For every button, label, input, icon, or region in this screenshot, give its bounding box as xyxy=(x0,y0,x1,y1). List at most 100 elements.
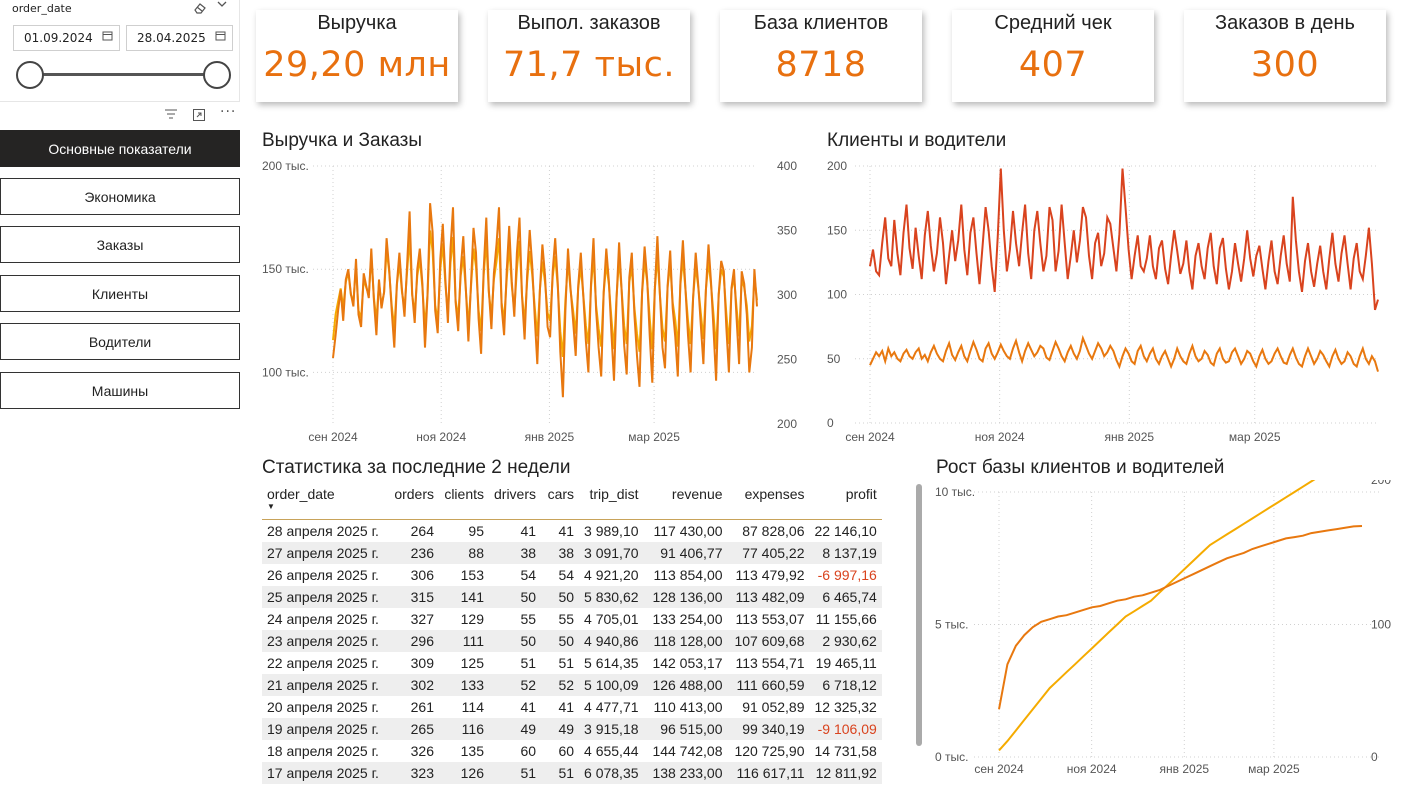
client-driver-growth-chart[interactable]: сен 2024 ноя 2024 янв 2025 мар 2025 10 тыс. 5… xyxy=(925,480,1405,780)
table-cell: 107 609,68 xyxy=(727,629,810,652)
y-right-tick-label: 300 xyxy=(777,288,797,302)
table-cell: 23 апреля 2025 г. xyxy=(262,629,384,652)
table-cell: 52 xyxy=(541,673,580,696)
table-cell: 116 617,11 xyxy=(727,761,810,784)
table-row[interactable]: 22 апреля 2025 г. 309 125 51 51 5 614,35 142 0… xyxy=(262,651,882,674)
table-cell: 60 xyxy=(541,739,580,762)
y-right-tick-label: 250 xyxy=(777,353,797,367)
table-cell: 41 xyxy=(489,695,542,718)
y-right-tick-label: 100 xyxy=(1371,618,1391,632)
table-scrollbar[interactable] xyxy=(916,484,922,746)
chevron-down-icon[interactable] xyxy=(216,0,228,13)
table-cell: 142 053,17 xyxy=(643,651,728,674)
table-cell: 129 xyxy=(439,607,489,630)
kpi-label: Выпол. заказов xyxy=(517,12,661,34)
table-cell: 51 xyxy=(541,651,580,674)
table-row[interactable]: 21 апреля 2025 г. 302 133 52 52 5 100,09 126 4… xyxy=(262,673,882,696)
table-row[interactable]: 24 апреля 2025 г. 327 129 55 55 4 705,01 133 2… xyxy=(262,607,882,630)
x-tick-label: ноя 2024 xyxy=(975,430,1025,444)
nav-button-economy[interactable]: Экономика xyxy=(0,178,240,215)
eraser-icon[interactable] xyxy=(193,1,207,18)
start-date-input[interactable]: 01.09.2024 xyxy=(13,25,120,51)
table-cell: 8 137,19 xyxy=(809,541,882,564)
nav-button-clients[interactable]: Клиенты xyxy=(0,275,240,312)
column-header-profit[interactable]: profit xyxy=(809,482,882,520)
table-cell: 118 128,00 xyxy=(643,629,728,652)
y-right-tick-label: 350 xyxy=(777,224,797,238)
column-header-orders[interactable]: orders xyxy=(384,482,439,520)
clients-drivers-chart[interactable]: сен 2024 ноя 2024 янв 2025 мар 2025 200 150 10… xyxy=(820,150,1390,450)
y-left-tick-label: 150 тыс. xyxy=(262,262,309,276)
column-header-clients[interactable]: clients xyxy=(439,482,489,520)
table-row[interactable]: 27 апреля 2025 г. 236 88 38 38 3 091,70 91 406… xyxy=(262,541,882,564)
table-row[interactable]: 23 апреля 2025 г. 296 111 50 50 4 940,86 118 1… xyxy=(262,629,882,652)
table-cell: 126 xyxy=(439,761,489,784)
table-cell: 326 xyxy=(384,739,439,762)
x-tick-label: янв 2025 xyxy=(1160,762,1210,776)
table-cell: 4 940,86 xyxy=(579,629,644,652)
nav-button-orders[interactable]: Заказы xyxy=(0,226,240,263)
table-cell: 87 828,06 xyxy=(727,519,810,542)
table-cell: 18 апреля 2025 г. xyxy=(262,739,384,762)
table-row[interactable]: 20 апреля 2025 г. 261 114 41 41 4 477,71 110 4… xyxy=(262,695,882,718)
end-date-input[interactable]: 28.04.2025 xyxy=(126,25,233,51)
slicer-title: order_date xyxy=(12,2,72,15)
table-cell: 11 155,66 xyxy=(809,607,882,630)
table-cell: 50 xyxy=(489,629,542,652)
date-range-track[interactable] xyxy=(30,73,218,76)
y-right-tick-label: 200 xyxy=(1371,480,1391,487)
y-tick-label: 50 xyxy=(827,352,841,366)
table-row[interactable]: 19 апреля 2025 г. 265 116 49 49 3 915,18 96 51… xyxy=(262,717,882,740)
x-tick-label: ноя 2024 xyxy=(1067,762,1117,776)
table-cell: 22 146,10 xyxy=(809,519,882,542)
table-cell: 99 340,19 xyxy=(727,717,810,740)
table-cell: 49 xyxy=(541,717,580,740)
table-row[interactable]: 28 апреля 2025 г. 264 95 41 41 3 989,10 117 43… xyxy=(262,519,882,542)
nav-button-cars[interactable]: Машины xyxy=(0,372,240,409)
x-tick-label: сен 2024 xyxy=(845,430,895,444)
y-left-tick-label: 10 тыс. xyxy=(935,485,975,499)
column-header-trip-dist[interactable]: trip_dist xyxy=(579,482,644,520)
table-cell: 135 xyxy=(439,739,489,762)
table-row[interactable]: 18 апреля 2025 г. 326 135 60 60 4 655,44 144 7… xyxy=(262,739,882,762)
table-cell: 144 742,08 xyxy=(643,739,728,762)
table-row[interactable]: 25 апреля 2025 г. 315 141 50 50 5 830,62 128 1… xyxy=(262,585,882,608)
column-header-cars[interactable]: cars xyxy=(541,482,580,520)
more-options-icon[interactable]: ··· xyxy=(220,104,236,120)
table-cell: 17 апреля 2025 г. xyxy=(262,761,384,784)
table-cell: 6 718,12 xyxy=(809,673,882,696)
column-header-revenue[interactable]: revenue xyxy=(643,482,728,520)
column-header-order-date[interactable]: order_date ▼ xyxy=(262,482,384,520)
kpi-card-revenue: Выручка 29,20 млн xyxy=(256,10,458,102)
slider-start-handle[interactable] xyxy=(16,61,44,89)
table-cell: 24 апреля 2025 г. xyxy=(262,607,384,630)
kpi-value: 300 xyxy=(1250,45,1320,85)
filter-icon[interactable] xyxy=(164,108,178,124)
y-tick-label: 0 xyxy=(827,416,834,430)
kpi-value: 407 xyxy=(1018,45,1088,85)
sort-desc-icon[interactable]: ▼ xyxy=(267,502,379,511)
slider-end-handle[interactable] xyxy=(203,61,231,89)
table-row[interactable]: 26 апреля 2025 г. 306 153 54 54 4 921,20 113 8… xyxy=(262,563,882,586)
focus-mode-icon[interactable] xyxy=(192,108,206,126)
table-cell: 153 xyxy=(439,563,489,586)
table-cell: 111 xyxy=(439,629,489,652)
table-cell: 4 477,71 xyxy=(579,695,644,718)
table-cell: 28 апреля 2025 г. xyxy=(262,519,384,542)
y-left-tick-label: 0 тыс. xyxy=(935,750,968,764)
table-cell: 113 553,07 xyxy=(727,607,810,630)
nav-button-drivers[interactable]: Водители xyxy=(0,323,240,360)
table-cell: 12 325,32 xyxy=(809,695,882,718)
column-header-drivers[interactable]: drivers xyxy=(489,482,542,520)
nav-button-main[interactable]: Основные показатели xyxy=(0,130,240,167)
calendar-icon[interactable] xyxy=(215,30,226,44)
column-header-expenses[interactable]: expenses xyxy=(727,482,810,520)
table-row[interactable]: 17 апреля 2025 г. 323 126 51 51 6 078,35 138 2… xyxy=(262,761,882,784)
stats-table: order_date ▼ orders clients drivers cars trip_… xyxy=(262,482,898,784)
table-cell: 5 614,35 xyxy=(579,651,644,674)
calendar-icon[interactable] xyxy=(102,30,113,44)
start-date-value: 01.09.2024 xyxy=(24,31,93,45)
revenue-orders-chart[interactable]: сен 2024 ноя 2024 янв 2025 мар 2025 200 тыс.… xyxy=(255,150,815,450)
kpi-label: Средний чек xyxy=(994,12,1112,34)
nav-label: Водители xyxy=(88,333,152,350)
